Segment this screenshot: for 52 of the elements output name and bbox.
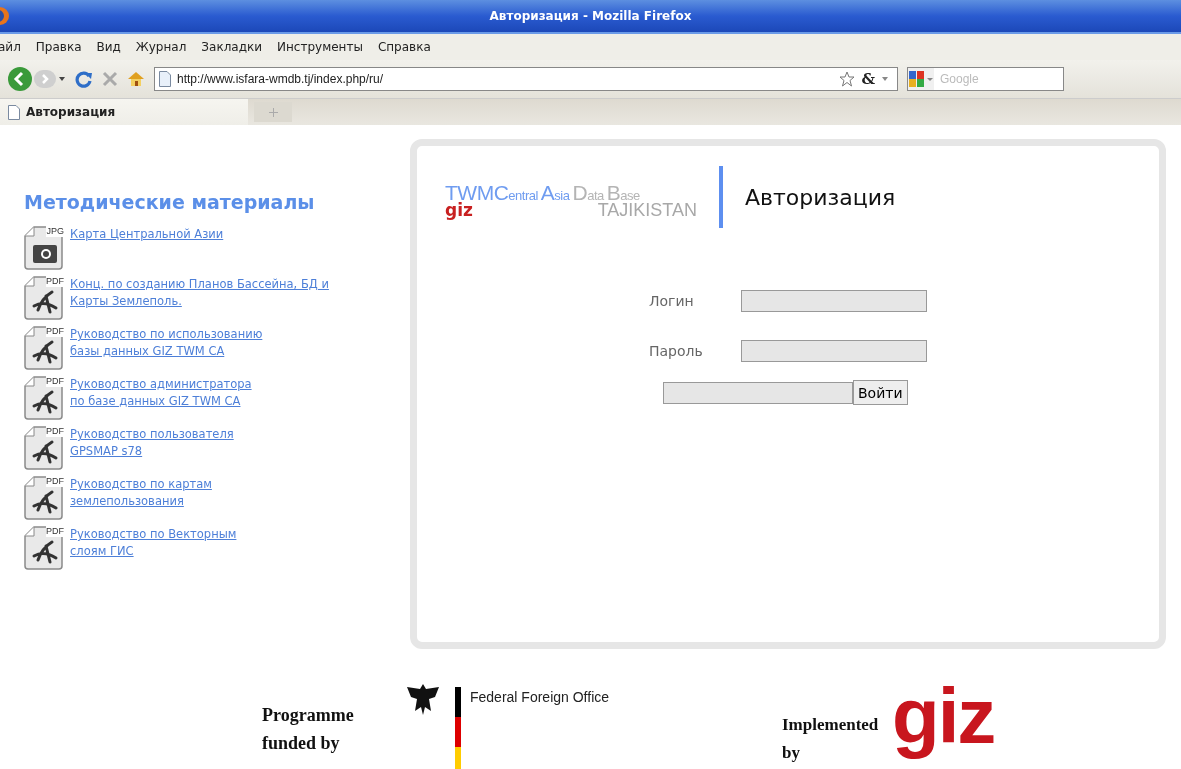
pdf-file-icon[interactable]: PDF bbox=[24, 275, 66, 321]
input-field[interactable] bbox=[663, 381, 853, 404]
document-link[interactable]: Карта Центральной Азии bbox=[70, 226, 224, 243]
document-link[interactable]: Руководство по картам землепользования bbox=[70, 476, 212, 510]
reload-icon[interactable] bbox=[75, 70, 93, 88]
page-title: Авторизация bbox=[745, 184, 896, 210]
input-field[interactable] bbox=[741, 290, 927, 312]
plus-icon bbox=[268, 107, 278, 117]
office-name: Federal Foreign Office bbox=[470, 689, 610, 705]
document-link[interactable]: Конц. по созданию Планов Бассейна, БД и Карты Землеполь. bbox=[70, 276, 329, 310]
logo-word: Base bbox=[606, 186, 640, 203]
back-icon[interactable] bbox=[8, 66, 32, 92]
pdf-file-icon[interactable]: PDF bbox=[24, 425, 66, 471]
menu-item[interactable]: Справка bbox=[377, 40, 440, 54]
logo-country: TAJIKISTAN bbox=[597, 201, 697, 219]
image-file-icon[interactable]: JPG bbox=[24, 225, 66, 271]
ampersand-icon[interactable]: & bbox=[861, 70, 875, 88]
logo-word: Data bbox=[572, 186, 604, 203]
close-icon[interactable] bbox=[102, 71, 118, 87]
pdf-file-icon[interactable]: PDF bbox=[24, 475, 66, 521]
star-icon[interactable] bbox=[839, 71, 856, 87]
document-link[interactable]: Руководство администратора по базе данных GIZ TWM CA bbox=[70, 376, 252, 410]
field-label: Пароль bbox=[649, 343, 704, 359]
input-field[interactable] bbox=[741, 340, 927, 362]
field-label: Логин bbox=[649, 293, 695, 309]
menu-item[interactable]: Вид bbox=[96, 40, 130, 54]
document-link[interactable]: Руководство по использованию базы данных GIZ TWM CA bbox=[70, 326, 263, 360]
page-icon bbox=[8, 104, 20, 120]
login-button[interactable]: Войти bbox=[853, 380, 908, 405]
dropdown-icon[interactable] bbox=[58, 76, 66, 82]
home-icon[interactable] bbox=[127, 71, 145, 87]
pdf-file-icon[interactable]: PDF bbox=[24, 375, 66, 421]
funded-by-text: Programme funded by bbox=[262, 704, 354, 755]
menu-item[interactable]: Журнал bbox=[135, 40, 196, 54]
logo-mark: giz bbox=[445, 201, 473, 219]
browser-tab[interactable]: Авторизация bbox=[0, 99, 248, 125]
page-icon bbox=[159, 71, 171, 87]
logo-word: TWMCentral bbox=[445, 186, 538, 203]
implemented-by-text: Implemented by bbox=[782, 714, 879, 764]
pdf-file-icon[interactable]: PDF bbox=[24, 325, 66, 371]
menu-item[interactable]: Закладки bbox=[201, 40, 271, 54]
document-link[interactable]: Руководство по Векторным слоям ГИС bbox=[70, 526, 237, 560]
menu-item[interactable]: Инструменты bbox=[277, 40, 372, 54]
window-title: Авторизация - Mozilla Firefox bbox=[489, 9, 692, 23]
pdf-file-icon[interactable]: PDF bbox=[24, 525, 66, 571]
logo-word: Asia bbox=[540, 186, 570, 203]
address-field[interactable]: http://www.isfara-wmdb.tj/index.php/ru/ & bbox=[154, 67, 898, 91]
sidebar-heading: Методические материалы bbox=[24, 191, 316, 213]
document-link[interactable]: Руководство пользователя GPSMAP s78 bbox=[70, 426, 234, 460]
flag-stripe-icon bbox=[455, 687, 461, 769]
menu-item[interactable]: Правка bbox=[35, 40, 91, 54]
dropdown-icon[interactable] bbox=[881, 76, 889, 82]
